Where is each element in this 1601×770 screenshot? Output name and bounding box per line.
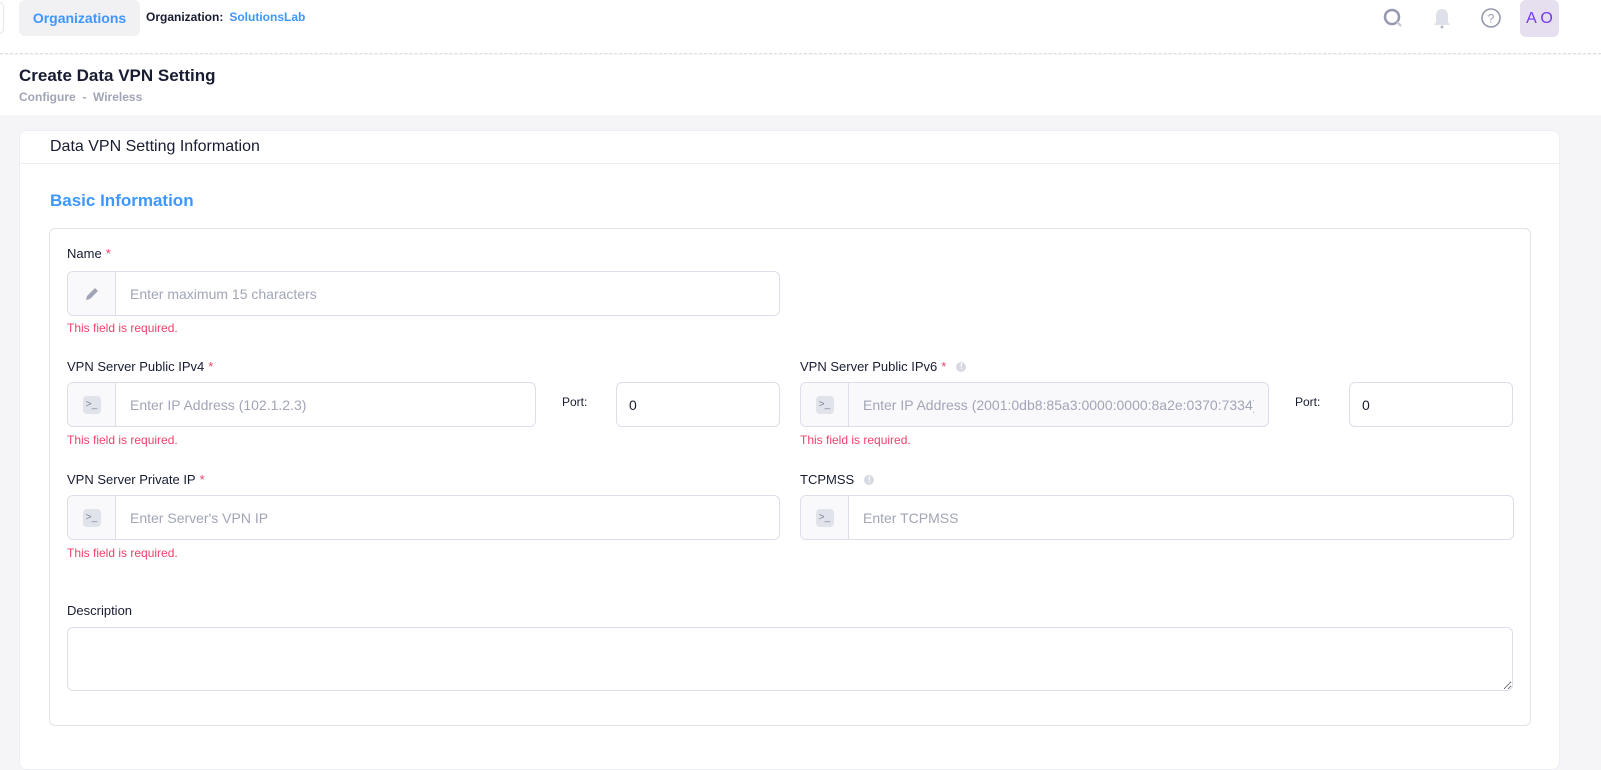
private-ip-label: VPN Server Private IP * [67, 472, 205, 487]
private-ip-field-group: >_ [67, 495, 780, 540]
vpn-setting-card: Data VPN Setting Information Basic Infor… [19, 130, 1560, 770]
label-text: VPN Server Public IPv6 [800, 359, 938, 374]
sidebar-toggle[interactable] [0, 2, 4, 34]
ipv4-input[interactable] [116, 383, 535, 426]
ipv6-port-label: Port: [1295, 395, 1321, 409]
tcpmss-input[interactable] [849, 496, 1513, 539]
organizations-button[interactable]: Organizations [19, 0, 140, 36]
ipv6-port-input[interactable] [1349, 382, 1513, 427]
required-mark: * [941, 359, 947, 374]
ipv4-label: VPN Server Public IPv4 * [67, 359, 213, 374]
organization-label: Organization: [146, 10, 224, 24]
private-ip-error: This field is required. [67, 546, 178, 560]
basic-information-panel: Name* This field is required. VPN Server… [49, 228, 1531, 726]
page-title: Create Data VPN Setting [19, 66, 216, 85]
ipv6-error: This field is required. [800, 433, 911, 447]
breadcrumb: Configure - Wireless [19, 90, 143, 104]
ipv4-port-label: Port: [562, 395, 588, 409]
ipv6-input[interactable] [849, 383, 1268, 426]
help-icon[interactable]: ? [1479, 6, 1503, 30]
label-text: VPN Server Private IP [67, 472, 196, 487]
tcpmss-label: TCPMSS! [800, 472, 875, 487]
ipv6-field-group: >_ [800, 382, 1269, 427]
label-text: TCPMSS [800, 472, 855, 487]
pencil-icon [68, 272, 116, 315]
terminal-icon: >_ [82, 508, 101, 527]
bell-icon[interactable] [1430, 6, 1454, 30]
ipv6-label: VPN Server Public IPv6 *! [800, 359, 967, 374]
svg-text:?: ? [1488, 12, 1495, 26]
name-error: This field is required. [67, 321, 178, 335]
organization-indicator: Organization: SolutionsLab [146, 10, 305, 24]
terminal-icon: >_ [815, 508, 834, 527]
info-icon[interactable]: ! [956, 361, 967, 372]
name-label: Name * [67, 246, 111, 261]
required-mark: * [199, 472, 205, 487]
page-header: Create Data VPN Setting Configure - Wire… [0, 55, 1601, 115]
organization-name[interactable]: SolutionsLab [229, 10, 305, 24]
ipv4-port-input[interactable] [616, 382, 780, 427]
label-text: VPN Server Public IPv4 [67, 359, 205, 374]
label-text: Name [67, 246, 102, 261]
ipv4-error: This field is required. [67, 433, 178, 447]
top-bar: Organizations Organization: SolutionsLab … [0, 0, 1601, 54]
ipv4-field-group: >_ [67, 382, 536, 427]
terminal-icon: >_ [815, 395, 834, 414]
user-avatar[interactable]: A O [1520, 0, 1559, 37]
name-input[interactable] [116, 272, 779, 315]
terminal-icon: >_ [82, 395, 101, 414]
info-icon[interactable]: ! [864, 474, 875, 485]
required-mark: * [105, 246, 111, 261]
section-title: Basic Information [50, 191, 194, 210]
private-ip-input[interactable] [116, 496, 779, 539]
name-field-group [67, 271, 780, 316]
card-title: Data VPN Setting Information [20, 131, 1559, 164]
search-icon[interactable] [1381, 6, 1405, 30]
description-label: Description [67, 603, 133, 618]
tcpmss-field-group: >_ [800, 495, 1514, 540]
required-mark: * [208, 359, 214, 374]
description-textarea[interactable] [67, 627, 1513, 691]
